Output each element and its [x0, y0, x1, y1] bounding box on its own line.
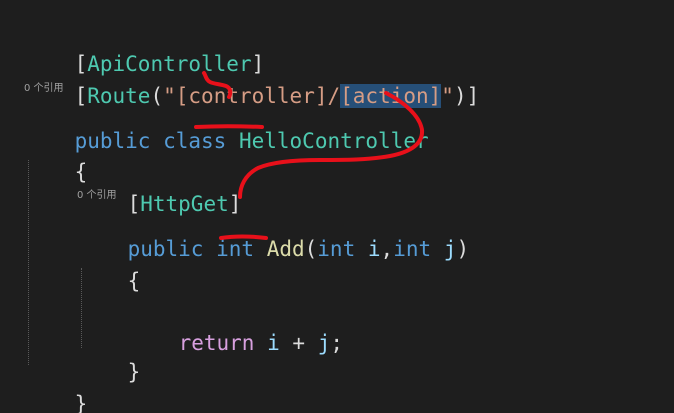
variable-i: i: [267, 331, 280, 355]
code-line-httpget[interactable]: [HttpGet]: [77, 159, 242, 216]
keyword-int: int: [216, 237, 255, 261]
keyword-class: class: [163, 129, 227, 153]
paren: ): [456, 237, 470, 261]
paren: (: [304, 237, 318, 261]
parameter-j: j: [443, 237, 457, 261]
comma: ,: [380, 237, 394, 261]
semicolon: ;: [330, 331, 344, 355]
code-editor[interactable]: [ApiController] [Route("[controller]/[ac…: [0, 0, 674, 413]
codelens-references-class[interactable]: 0 个引用: [24, 82, 64, 96]
string-quote: ": [441, 84, 454, 108]
code-line-method-close-brace[interactable]: }: [77, 327, 141, 384]
code-line-class-open-brace[interactable]: {: [24, 127, 88, 184]
class-name: HelloController: [238, 129, 429, 153]
operator-plus: +: [292, 331, 306, 355]
brace: {: [127, 269, 141, 293]
parameter-i: i: [367, 237, 381, 261]
keyword-return: return: [178, 331, 255, 355]
variable-j: j: [317, 331, 331, 355]
bracket: ]: [466, 84, 480, 108]
method-name: Add: [266, 237, 305, 261]
code-line-method-declaration[interactable]: public int Add(int i,int j): [77, 204, 470, 261]
code-line-return[interactable]: return i + j;: [128, 298, 343, 355]
keyword-int: int: [393, 237, 432, 261]
brace: }: [74, 392, 88, 413]
code-line-route[interactable]: [Route("[controller]/[action]")]: [24, 51, 479, 108]
code-line-api-controller[interactable]: [ApiController]: [24, 19, 265, 76]
keyword-int: int: [317, 237, 356, 261]
brace: }: [127, 360, 141, 384]
code-line-class-close-brace[interactable]: }: [24, 359, 88, 413]
codelens-references-method[interactable]: 0 个引用: [77, 189, 117, 203]
paren: ): [453, 84, 467, 108]
code-line-method-open-brace[interactable]: {: [77, 236, 141, 293]
code-line-class-declaration[interactable]: public class HelloController: [24, 96, 429, 153]
